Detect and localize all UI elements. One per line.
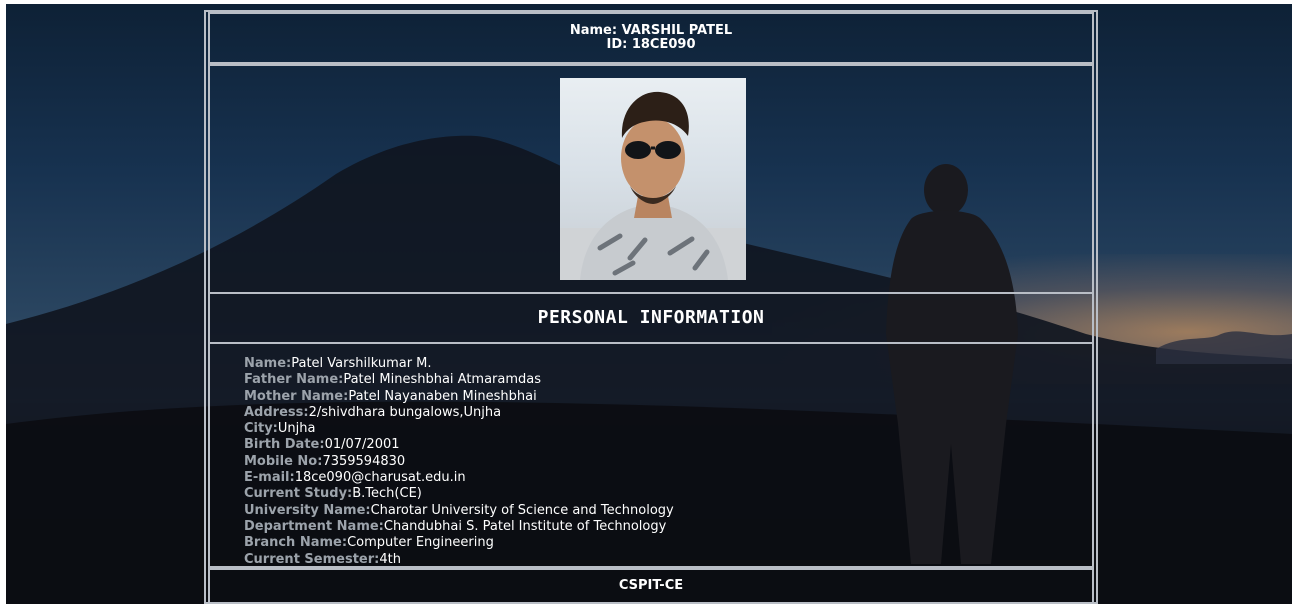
info-row-mobile: Mobile No:7359594830: [244, 453, 406, 469]
info-row-name: Name:Patel Varshilkumar M.: [244, 356, 432, 371]
info-row-department: Department Name:Chandubhai S. Patel Inst…: [244, 518, 667, 534]
info-row-address: Address:2/shivdhara bungalows,Unjha: [244, 404, 502, 420]
info-row-father-name: Father Name:Patel Mineshbhai Atmaramdas: [244, 372, 542, 388]
photo-cell: [208, 64, 1094, 294]
profile-photo: [560, 78, 746, 280]
info-row-city: City:Unjha: [244, 421, 316, 437]
header-cell: Name: VARSHIL PATEL ID: 18CE090: [208, 12, 1094, 64]
info-row-birth-date: Birth Date:01/07/2001: [244, 437, 400, 453]
personal-info-list: Name:Patel Varshilkumar M. Father Name:P…: [208, 342, 1094, 568]
info-row-branch: Branch Name:Computer Engineering: [244, 535, 494, 551]
info-row-mother-name: Mother Name:Patel Nayanaben Mineshbhai: [244, 388, 537, 404]
profile-card: Name: VARSHIL PATEL ID: 18CE090 PERSONAL…: [204, 10, 1098, 604]
info-row-university: University Name:Charotar University of S…: [244, 502, 674, 518]
info-row-email: E-mail:18ce090@charusat.edu.in: [244, 470, 466, 486]
header-name: Name: VARSHIL PATEL: [569, 23, 733, 38]
header-id: ID: 18CE090: [606, 37, 696, 52]
section-title: PERSONAL INFORMATION: [208, 292, 1094, 344]
info-row-current-study: Current Study:B.Tech(CE): [244, 486, 422, 502]
footer: CSPIT-CE: [208, 568, 1094, 604]
info-row-semester: Current Semester:4th: [244, 551, 401, 567]
